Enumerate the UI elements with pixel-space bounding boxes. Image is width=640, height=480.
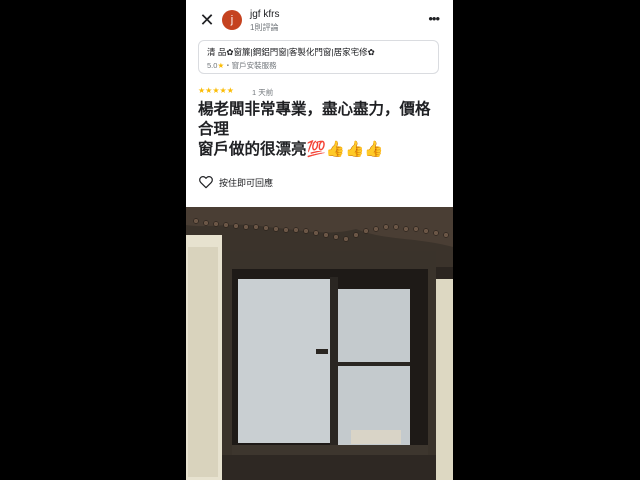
business-card[interactable]: 清 品✿窗簾|鋼鋁門窗|客製化門窗|居家宅修✿ 5.0★・窗戶安裝服務 [198, 40, 439, 74]
reviewer-review-count: 1則評論 [250, 23, 279, 32]
review-text: 楊老闆非常專業，盡心盡力，價格 合理 窗戶做的很漂亮💯👍👍👍 [198, 100, 443, 160]
business-category: ・窗戶安裝服務 [224, 61, 277, 70]
review-photo[interactable] [186, 207, 453, 480]
avatar-letter: j [230, 14, 234, 26]
review-line: 合理 [198, 121, 230, 138]
business-meta: 5.0★・窗戶安裝服務 [207, 60, 277, 71]
rating-stars: ★★★★★ [198, 86, 234, 95]
review-time: 1 天前 [252, 88, 274, 97]
reviewer-name[interactable]: jgf kfrs [250, 9, 279, 20]
business-name: 清 品✿窗簾|鋼鋁門窗|客製化門窗|居家宅修✿ [207, 47, 375, 57]
review-line: 窗戶做的很漂亮💯👍👍👍 [198, 141, 384, 158]
review-line: 楊老闆非常專業，盡心盡力，價格 [198, 101, 431, 118]
review-header: ✕ j jgf kfrs 1則評論 ••• [186, 0, 453, 40]
business-score: 5.0 [207, 61, 218, 70]
heart-outline-icon [199, 176, 213, 189]
close-icon[interactable]: ✕ [198, 11, 216, 29]
react-label: 按住即可回應 [219, 178, 274, 188]
more-vert-icon[interactable]: ••• [428, 12, 440, 25]
review-panel: ✕ j jgf kfrs 1則評論 ••• 清 品✿窗簾|鋼鋁門窗|客製化門窗|… [186, 0, 453, 480]
avatar[interactable]: j [222, 10, 242, 30]
